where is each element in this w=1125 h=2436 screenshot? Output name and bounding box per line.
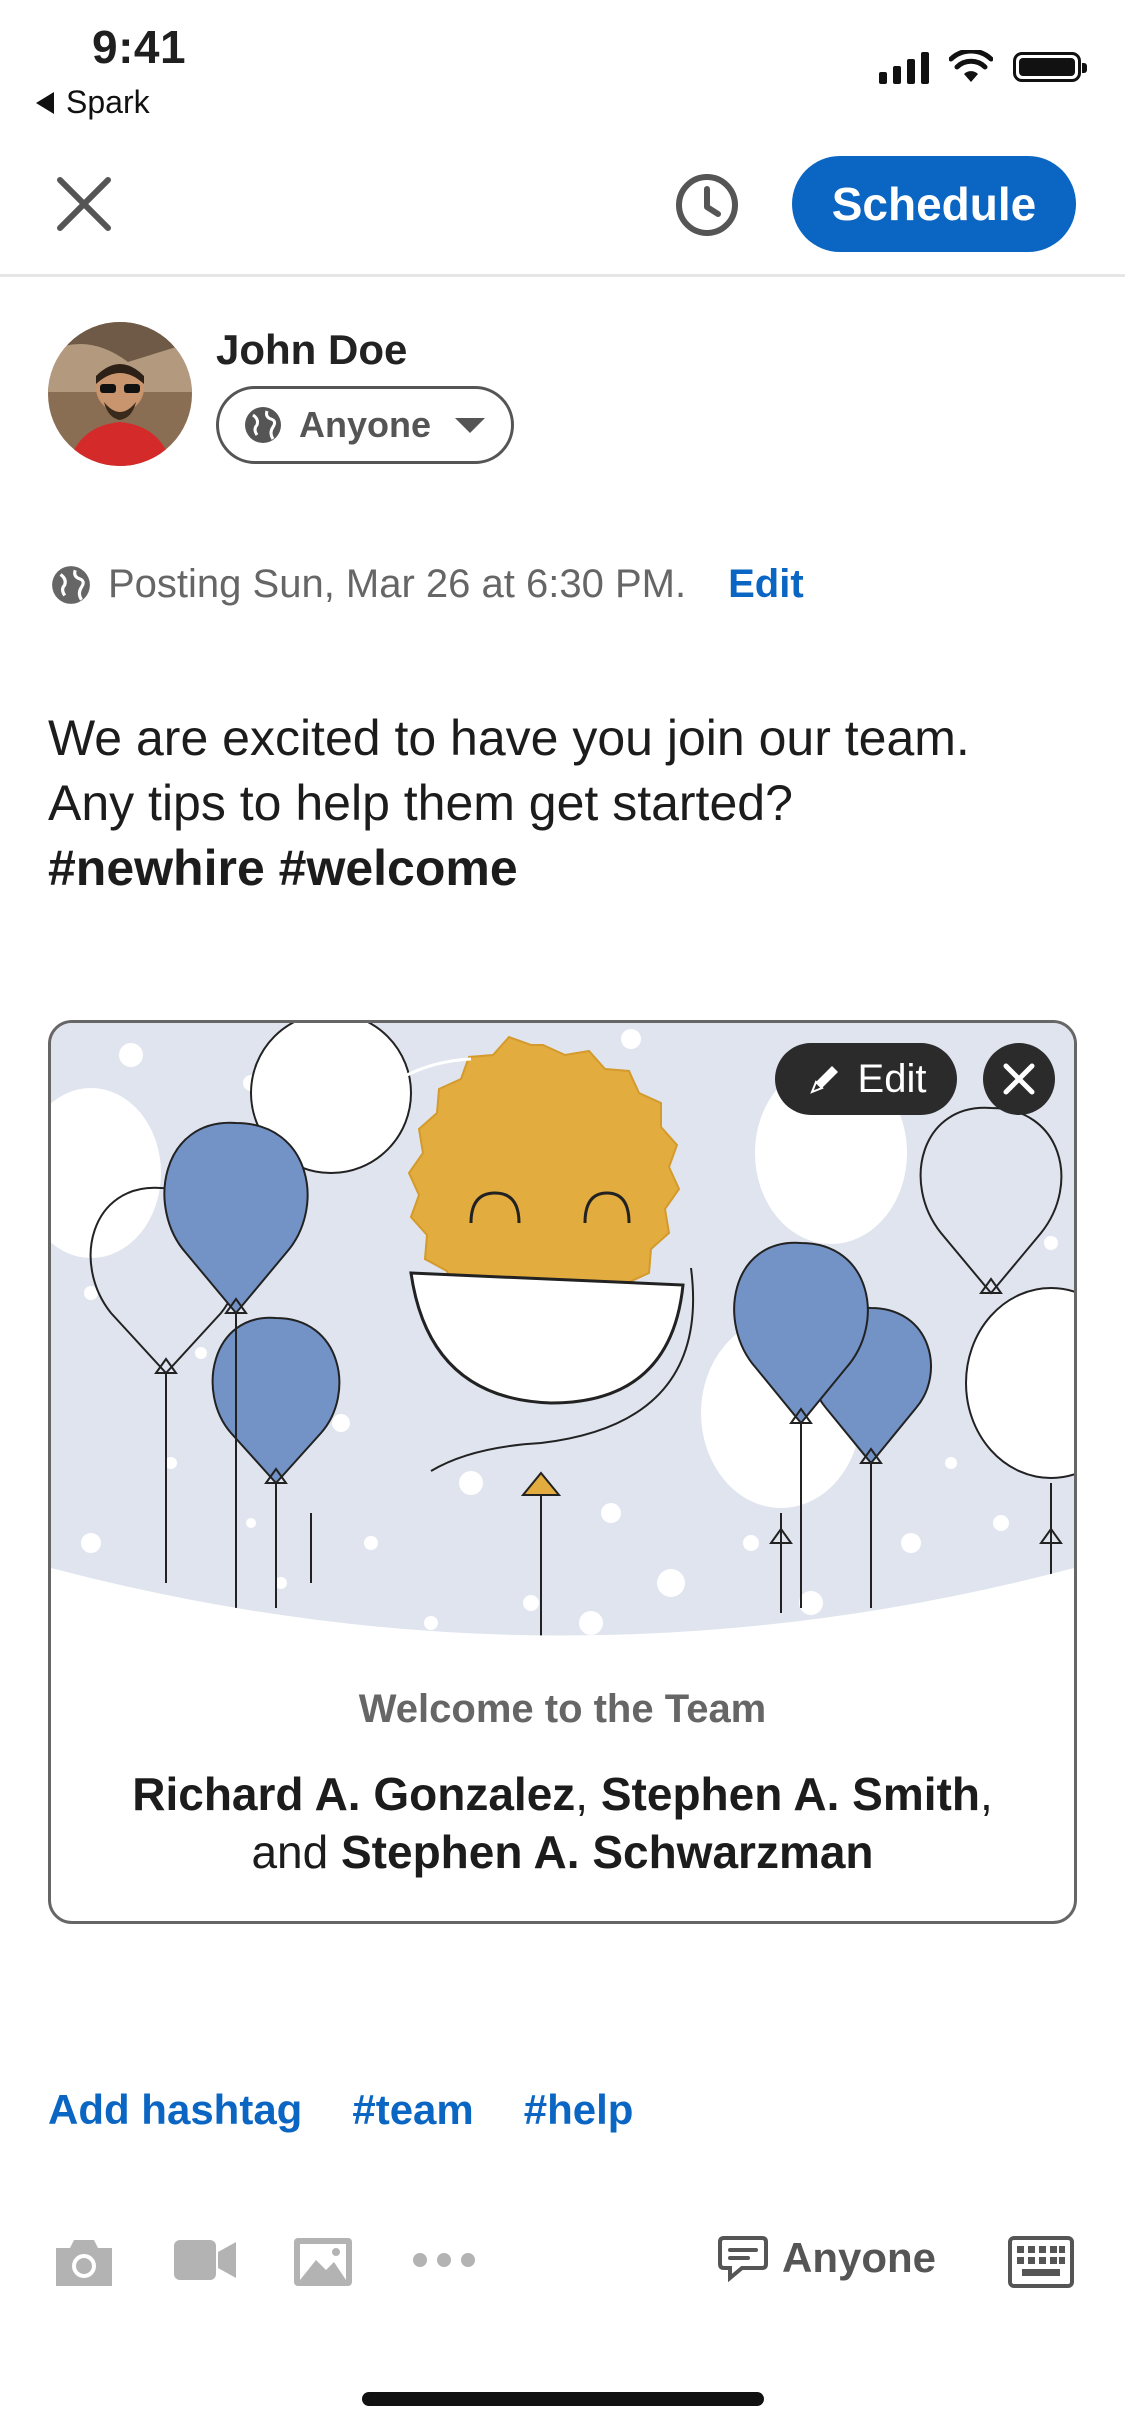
comment-audience-label: Anyone xyxy=(782,2234,937,2281)
comment-audience-selector[interactable]: Anyone xyxy=(718,2234,936,2282)
wifi-icon xyxy=(949,50,993,82)
image-icon[interactable] xyxy=(292,2234,354,2290)
audience-selector[interactable]: Anyone xyxy=(216,386,514,464)
post-text-line: We are excited to have you join our team… xyxy=(48,710,970,766)
clock-icon[interactable] xyxy=(674,172,740,238)
avatar[interactable] xyxy=(48,322,192,466)
header-divider xyxy=(0,274,1125,277)
post-hashtags: #newhire #welcome xyxy=(48,840,518,896)
scheduled-time-text: Posting Sun, Mar 26 at 6:30 PM. xyxy=(108,562,687,606)
back-arrow-icon xyxy=(36,91,54,114)
schedule-button[interactable]: Schedule xyxy=(792,156,1076,252)
card-subtitle: Welcome to the Team xyxy=(358,1687,767,1731)
card-remove-button[interactable] xyxy=(983,1043,1055,1115)
card-names: Richard A. Gonzalez, Stephen A. Smith, a… xyxy=(111,1765,1014,1881)
card-name: Stephen A. Smith xyxy=(600,1768,980,1820)
edit-schedule-link[interactable]: Edit xyxy=(728,562,804,607)
close-icon[interactable] xyxy=(52,172,116,236)
comment-icon xyxy=(718,2236,768,2282)
audience-label: Anyone xyxy=(299,404,432,445)
back-to-app-link[interactable]: Spark xyxy=(36,84,150,121)
status-time: 9:41 xyxy=(92,21,187,73)
hashtag-help[interactable]: #help xyxy=(524,2086,634,2134)
post-text-editor[interactable]: We are excited to have you join our team… xyxy=(48,706,1088,901)
hashtag-team[interactable]: #team xyxy=(352,2086,473,2134)
author-name: John Doe xyxy=(216,326,408,373)
more-icon[interactable] xyxy=(410,2250,478,2270)
cellular-signal-icon xyxy=(879,50,929,84)
card-name: Richard A. Gonzalez xyxy=(132,1768,576,1820)
camera-icon[interactable] xyxy=(52,2234,116,2290)
post-text-line: Any tips to help them get started? xyxy=(48,775,793,831)
pencil-icon xyxy=(809,1066,838,1094)
scheduled-time-row: Posting Sun, Mar 26 at 6:30 PM. Edit xyxy=(50,562,804,607)
globe-icon xyxy=(52,565,90,604)
card-edit-label: Edit xyxy=(857,1056,927,1101)
globe-icon xyxy=(245,407,281,443)
card-name: Stephen A. Schwarzman xyxy=(341,1826,874,1878)
status-icons xyxy=(879,50,1087,84)
card-edit-button[interactable]: Edit xyxy=(775,1043,957,1115)
chevron-down-icon xyxy=(455,417,486,433)
welcome-card: Edit Welcome to the Team Richard A. Gonz… xyxy=(48,1020,1077,1924)
balloons-illustration xyxy=(51,1023,1074,1643)
back-app-label: Spark xyxy=(66,84,150,120)
video-icon[interactable] xyxy=(172,2234,238,2286)
home-indicator[interactable] xyxy=(362,2392,764,2406)
card-separator: , xyxy=(575,1768,601,1820)
close-icon xyxy=(1003,1063,1035,1095)
battery-icon xyxy=(1013,52,1087,82)
hashtag-suggestions: Add hashtag #team #help xyxy=(48,2086,633,2134)
add-hashtag-button[interactable]: Add hashtag xyxy=(48,2086,302,2134)
keyboard-icon[interactable] xyxy=(1008,2236,1074,2288)
